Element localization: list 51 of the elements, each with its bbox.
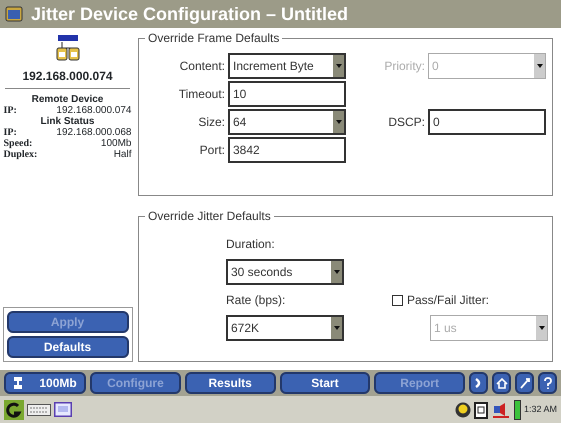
nav-button[interactable]: 100Mb [4, 372, 86, 394]
field-label: DSCP: [387, 114, 425, 131]
info-label: Duplex: [4, 149, 38, 160]
field-label: Priority: [383, 58, 425, 75]
section-heading: Link Status [40, 116, 94, 127]
home-icon [494, 376, 508, 390]
defaults-button[interactable]: Defaults [6, 336, 128, 358]
app-logo-icon[interactable] [4, 400, 24, 420]
dropdown-arrow-icon [336, 64, 342, 68]
section-heading: Remote Device [32, 94, 104, 105]
field-label: Rate (bps): [226, 292, 286, 309]
battery-icon [514, 400, 521, 420]
dropdown-arrow-icon [334, 270, 340, 274]
dropdown-field[interactable]: 672K [226, 315, 344, 341]
dropdown-arrow-icon [334, 326, 340, 330]
info-label: IP: [4, 105, 17, 116]
dropdown-arrow-icon [536, 64, 542, 68]
checkbox-label: Pass/Fail Jitter: [407, 292, 490, 309]
info-value: Half [114, 149, 132, 160]
dropdown-field[interactable]: 30 seconds [226, 259, 344, 285]
device-ip: 192.168.000.074 [22, 68, 113, 85]
info-value: 100Mb [100, 138, 132, 149]
keyboard-icon[interactable] [27, 404, 51, 416]
group-title: Override Frame Defaults [145, 31, 282, 45]
nav-button[interactable]: Start [280, 372, 370, 394]
field-label: Port: [198, 142, 225, 159]
clock-text: 1:32 AM [524, 402, 557, 416]
input-field[interactable]: 0 [428, 109, 546, 135]
dropdown-arrow-icon [336, 120, 342, 124]
info-value: 192.168.000.068 [56, 127, 132, 138]
field-label: Content: [178, 58, 225, 75]
speaker-icon[interactable] [490, 400, 511, 418]
info-label: Speed: [4, 138, 32, 149]
dropdown-arrow-icon [538, 326, 544, 330]
field-label: Duration: [226, 236, 276, 253]
dropdown-field[interactable]: 64 [228, 109, 346, 135]
back-button[interactable] [469, 372, 488, 394]
group-title: Override Jitter Defaults [145, 209, 274, 223]
nav-button[interactable]: Results [184, 372, 276, 394]
window-icon[interactable] [54, 402, 72, 417]
input-field[interactable]: 10 [228, 81, 346, 107]
help-button[interactable] [538, 372, 557, 394]
home-button[interactable] [492, 372, 511, 394]
info-value: 192.168.000.074 [56, 105, 132, 116]
window-icon [5, 6, 23, 22]
dropdown-field[interactable]: Increment Byte [228, 53, 346, 79]
field-label: Size: [197, 114, 225, 131]
field-label: Timeout: [178, 86, 225, 103]
input-field[interactable]: 3842 [228, 137, 346, 163]
info-label: IP: [4, 127, 17, 138]
window-title: Jitter Device Configuration – Untitled [31, 2, 348, 26]
